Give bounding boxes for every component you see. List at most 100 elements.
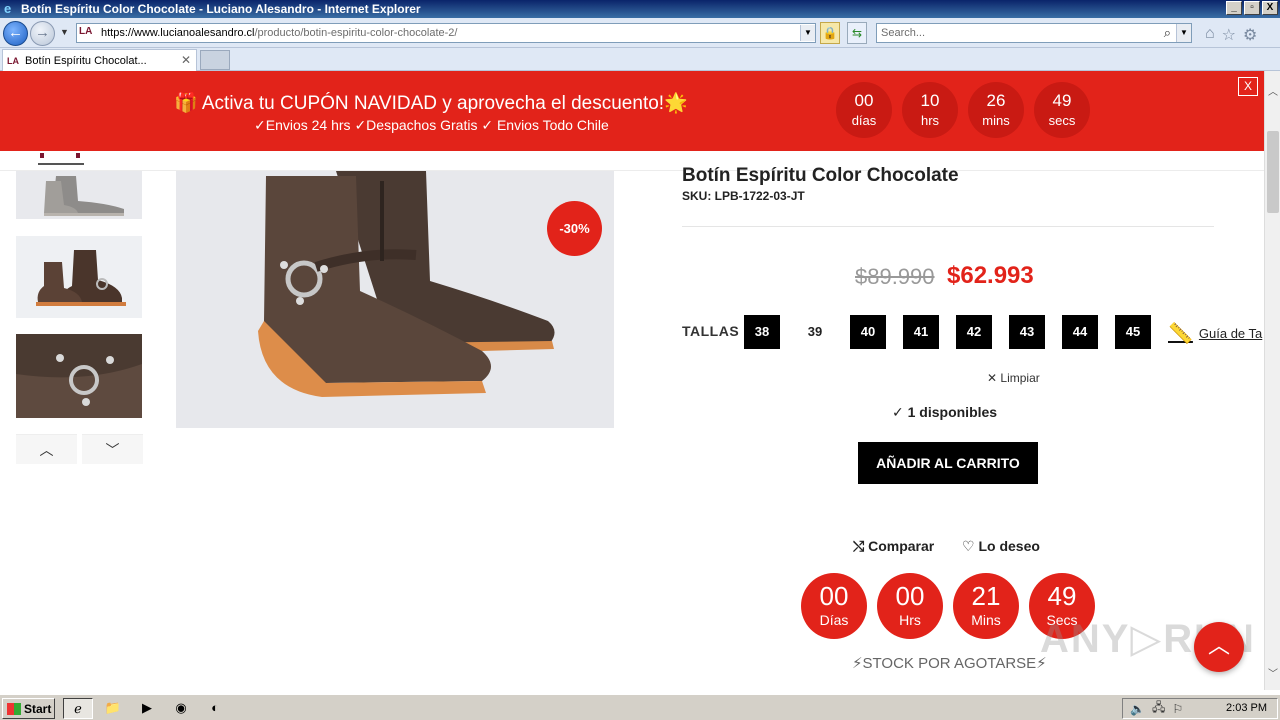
minimize-button[interactable]: _ <box>1226 1 1242 15</box>
stock-availability: ✓ 1 disponibles <box>892 404 997 421</box>
add-to-cart-button[interactable]: AÑADIR AL CARRITO <box>858 442 1038 484</box>
scrollbar-thumb[interactable] <box>1267 131 1279 213</box>
scroll-down-icon[interactable]: ﹀ <box>1268 665 1278 680</box>
clear-label: Limpiar <box>1000 371 1040 385</box>
refresh-button[interactable]: ⇆ <box>847 22 867 44</box>
network-icon[interactable]: 🖧 <box>1152 698 1165 719</box>
size-option-40[interactable]: 40 <box>850 315 886 349</box>
size-selector: 38 39 40 41 42 43 44 45 <box>744 315 1151 349</box>
size-option-43[interactable]: 43 <box>1009 315 1045 349</box>
search-dropdown-icon[interactable]: ▼ <box>1176 24 1191 42</box>
site-header <box>0 151 1264 171</box>
size-option-41[interactable]: 41 <box>903 315 939 349</box>
promo-countdown-days: 00 días <box>836 82 892 138</box>
window-title: Botín Espíritu Color Chocolate - Luciano… <box>21 2 421 16</box>
size-option-42[interactable]: 42 <box>956 315 992 349</box>
divider <box>682 226 1214 227</box>
product-main-image[interactable] <box>176 171 614 428</box>
promo-subline: ✓Envios 24 hrs ✓Despachos Gratis ✓ Envio… <box>254 117 609 133</box>
tab-product-page[interactable]: LA Botín Espíritu Chocolat... ✕ <box>2 49 197 71</box>
scroll-up-icon[interactable]: ︿ <box>1268 83 1278 98</box>
system-tray: 🔈 🖧 ⚐ 2:03 PM <box>1122 698 1278 719</box>
favorites-star-icon[interactable]: ☆ <box>1222 25 1236 45</box>
internet-explorer-icon: e <box>4 1 12 16</box>
size-option-39[interactable]: 39 <box>797 315 833 349</box>
chevron-up-icon: ︿ <box>1207 633 1230 658</box>
tab-close-icon[interactable]: ✕ <box>181 53 191 67</box>
page-scrollbar[interactable]: ︿ ﹀ <box>1264 71 1280 690</box>
shuffle-icon: ⤭ <box>853 538 865 554</box>
action-center-flag-icon[interactable]: ⚐ <box>1172 702 1183 716</box>
taskbar-chrome-icon[interactable]: ◉ <box>166 698 196 719</box>
back-button[interactable]: ← <box>3 21 28 46</box>
close-window-button[interactable]: X <box>1262 1 1278 15</box>
compare-link[interactable]: ⤭ Comparar <box>853 538 934 555</box>
start-button[interactable]: Start <box>2 698 55 719</box>
thumbnails-prev-button[interactable]: ︿ <box>16 434 77 464</box>
thumbnail-image-1[interactable] <box>16 171 142 219</box>
product-title: Botín Espíritu Color Chocolate <box>682 165 959 186</box>
window-title-bar: e Botín Espíritu Color Chocolate - Lucia… <box>0 0 1280 18</box>
promo-countdown-secs: 49 secs <box>1034 82 1090 138</box>
sizes-label: TALLAS : <box>682 323 749 339</box>
price-original: $89.990 <box>855 264 935 289</box>
size-option-45[interactable]: 45 <box>1115 315 1151 349</box>
navigation-bar: ← → ▼ LA https://www.lucianoalesandro.cl… <box>0 18 1280 48</box>
address-input[interactable]: LA https://www.lucianoalesandro.cl/produ… <box>76 23 816 43</box>
promo-banner: 🎁 Activa tu CUPÓN NAVIDAD y aprovecha el… <box>0 71 1264 151</box>
product-sku: SKU: LPB-1722-03-JT <box>682 189 805 203</box>
discount-badge: -30% <box>547 201 602 256</box>
maximize-button[interactable]: ▫ <box>1244 1 1260 15</box>
ruler-icon: 📏 <box>1168 323 1193 345</box>
size-guide-link[interactable]: 📏 Guía de Ta <box>1168 321 1262 346</box>
windows-logo-icon <box>7 702 21 715</box>
heart-icon: ♡ <box>962 538 975 554</box>
thumbnail-image-2[interactable] <box>16 236 142 318</box>
taskbar-edge-icon[interactable]: ◐ <box>200 698 230 719</box>
start-label: Start <box>24 701 52 716</box>
promo-close-button[interactable]: X <box>1238 77 1258 96</box>
home-icon[interactable]: ⌂ <box>1205 25 1215 45</box>
window-controls: _ ▫ X <box>1226 1 1278 15</box>
tab-favicon-icon: LA <box>7 55 19 66</box>
size-option-44[interactable]: 44 <box>1062 315 1098 349</box>
promo-countdown-mins: 26 mins <box>968 82 1024 138</box>
close-icon: ✕ <box>987 371 998 385</box>
size-option-38[interactable]: 38 <box>744 315 780 349</box>
clear-selection-link[interactable]: ✕ Limpiar <box>987 371 1040 385</box>
taskbar-media-player-icon[interactable]: ▶ <box>132 698 162 719</box>
forward-button[interactable]: → <box>30 21 55 46</box>
stock-warning: ⚡STOCK POR AGOTARSE⚡ <box>852 655 1047 672</box>
thumbnail-image-3[interactable] <box>16 334 142 418</box>
thumbnails-next-button[interactable]: ﹀ <box>82 434 143 464</box>
volume-icon[interactable]: 🔈 <box>1130 702 1145 716</box>
history-dropdown-icon[interactable]: ▼ <box>60 27 69 37</box>
lock-icon[interactable]: 🔒 <box>820 22 840 44</box>
toolbar-icons: ⌂ ☆ ⚙ <box>1205 25 1257 45</box>
search-input[interactable]: Search... ⌕ ▼ <box>876 23 1192 43</box>
new-tab-button[interactable] <box>200 50 230 70</box>
address-dropdown-icon[interactable]: ▼ <box>800 25 815 41</box>
chevron-up-icon: ︿ <box>39 442 54 458</box>
scroll-to-top-button[interactable]: ︿ <box>1194 622 1244 672</box>
site-favicon-icon: LA <box>79 26 93 37</box>
taskbar-folder-icon[interactable]: 📁 <box>98 698 128 719</box>
wishlist-label: Lo deseo <box>978 538 1040 554</box>
site-logo[interactable] <box>38 153 84 167</box>
offer-countdown-mins: 21 Mins <box>953 573 1019 639</box>
settings-gear-icon[interactable]: ⚙ <box>1243 25 1257 45</box>
promo-countdown: 00 días 10 hrs 26 mins 49 secs <box>836 82 1090 138</box>
offer-countdown-hours: 00 Hrs <box>877 573 943 639</box>
size-guide-label: Guía de Ta <box>1198 326 1263 341</box>
taskbar-internet-explorer-icon[interactable]: ℯ <box>63 698 93 719</box>
windows-taskbar: Start ℯ 📁 ▶ ◉ ◐ 🔈 🖧 ⚐ 2:03 PM <box>0 694 1280 720</box>
search-placeholder: Search... <box>881 27 926 39</box>
page-viewport: 🎁 Activa tu CUPÓN NAVIDAD y aprovecha el… <box>0 71 1264 690</box>
availability-text: 1 disponibles <box>907 404 998 420</box>
clock: 2:03 PM <box>1226 702 1267 714</box>
search-icon[interactable]: ⌕ <box>1164 24 1171 42</box>
offer-countdown-days: 00 Días <box>801 573 867 639</box>
wishlist-link[interactable]: ♡ Lo deseo <box>962 538 1040 555</box>
url-host: https://www.lucianoalesandro.cl <box>101 27 255 39</box>
check-icon: ✓ <box>892 404 904 420</box>
